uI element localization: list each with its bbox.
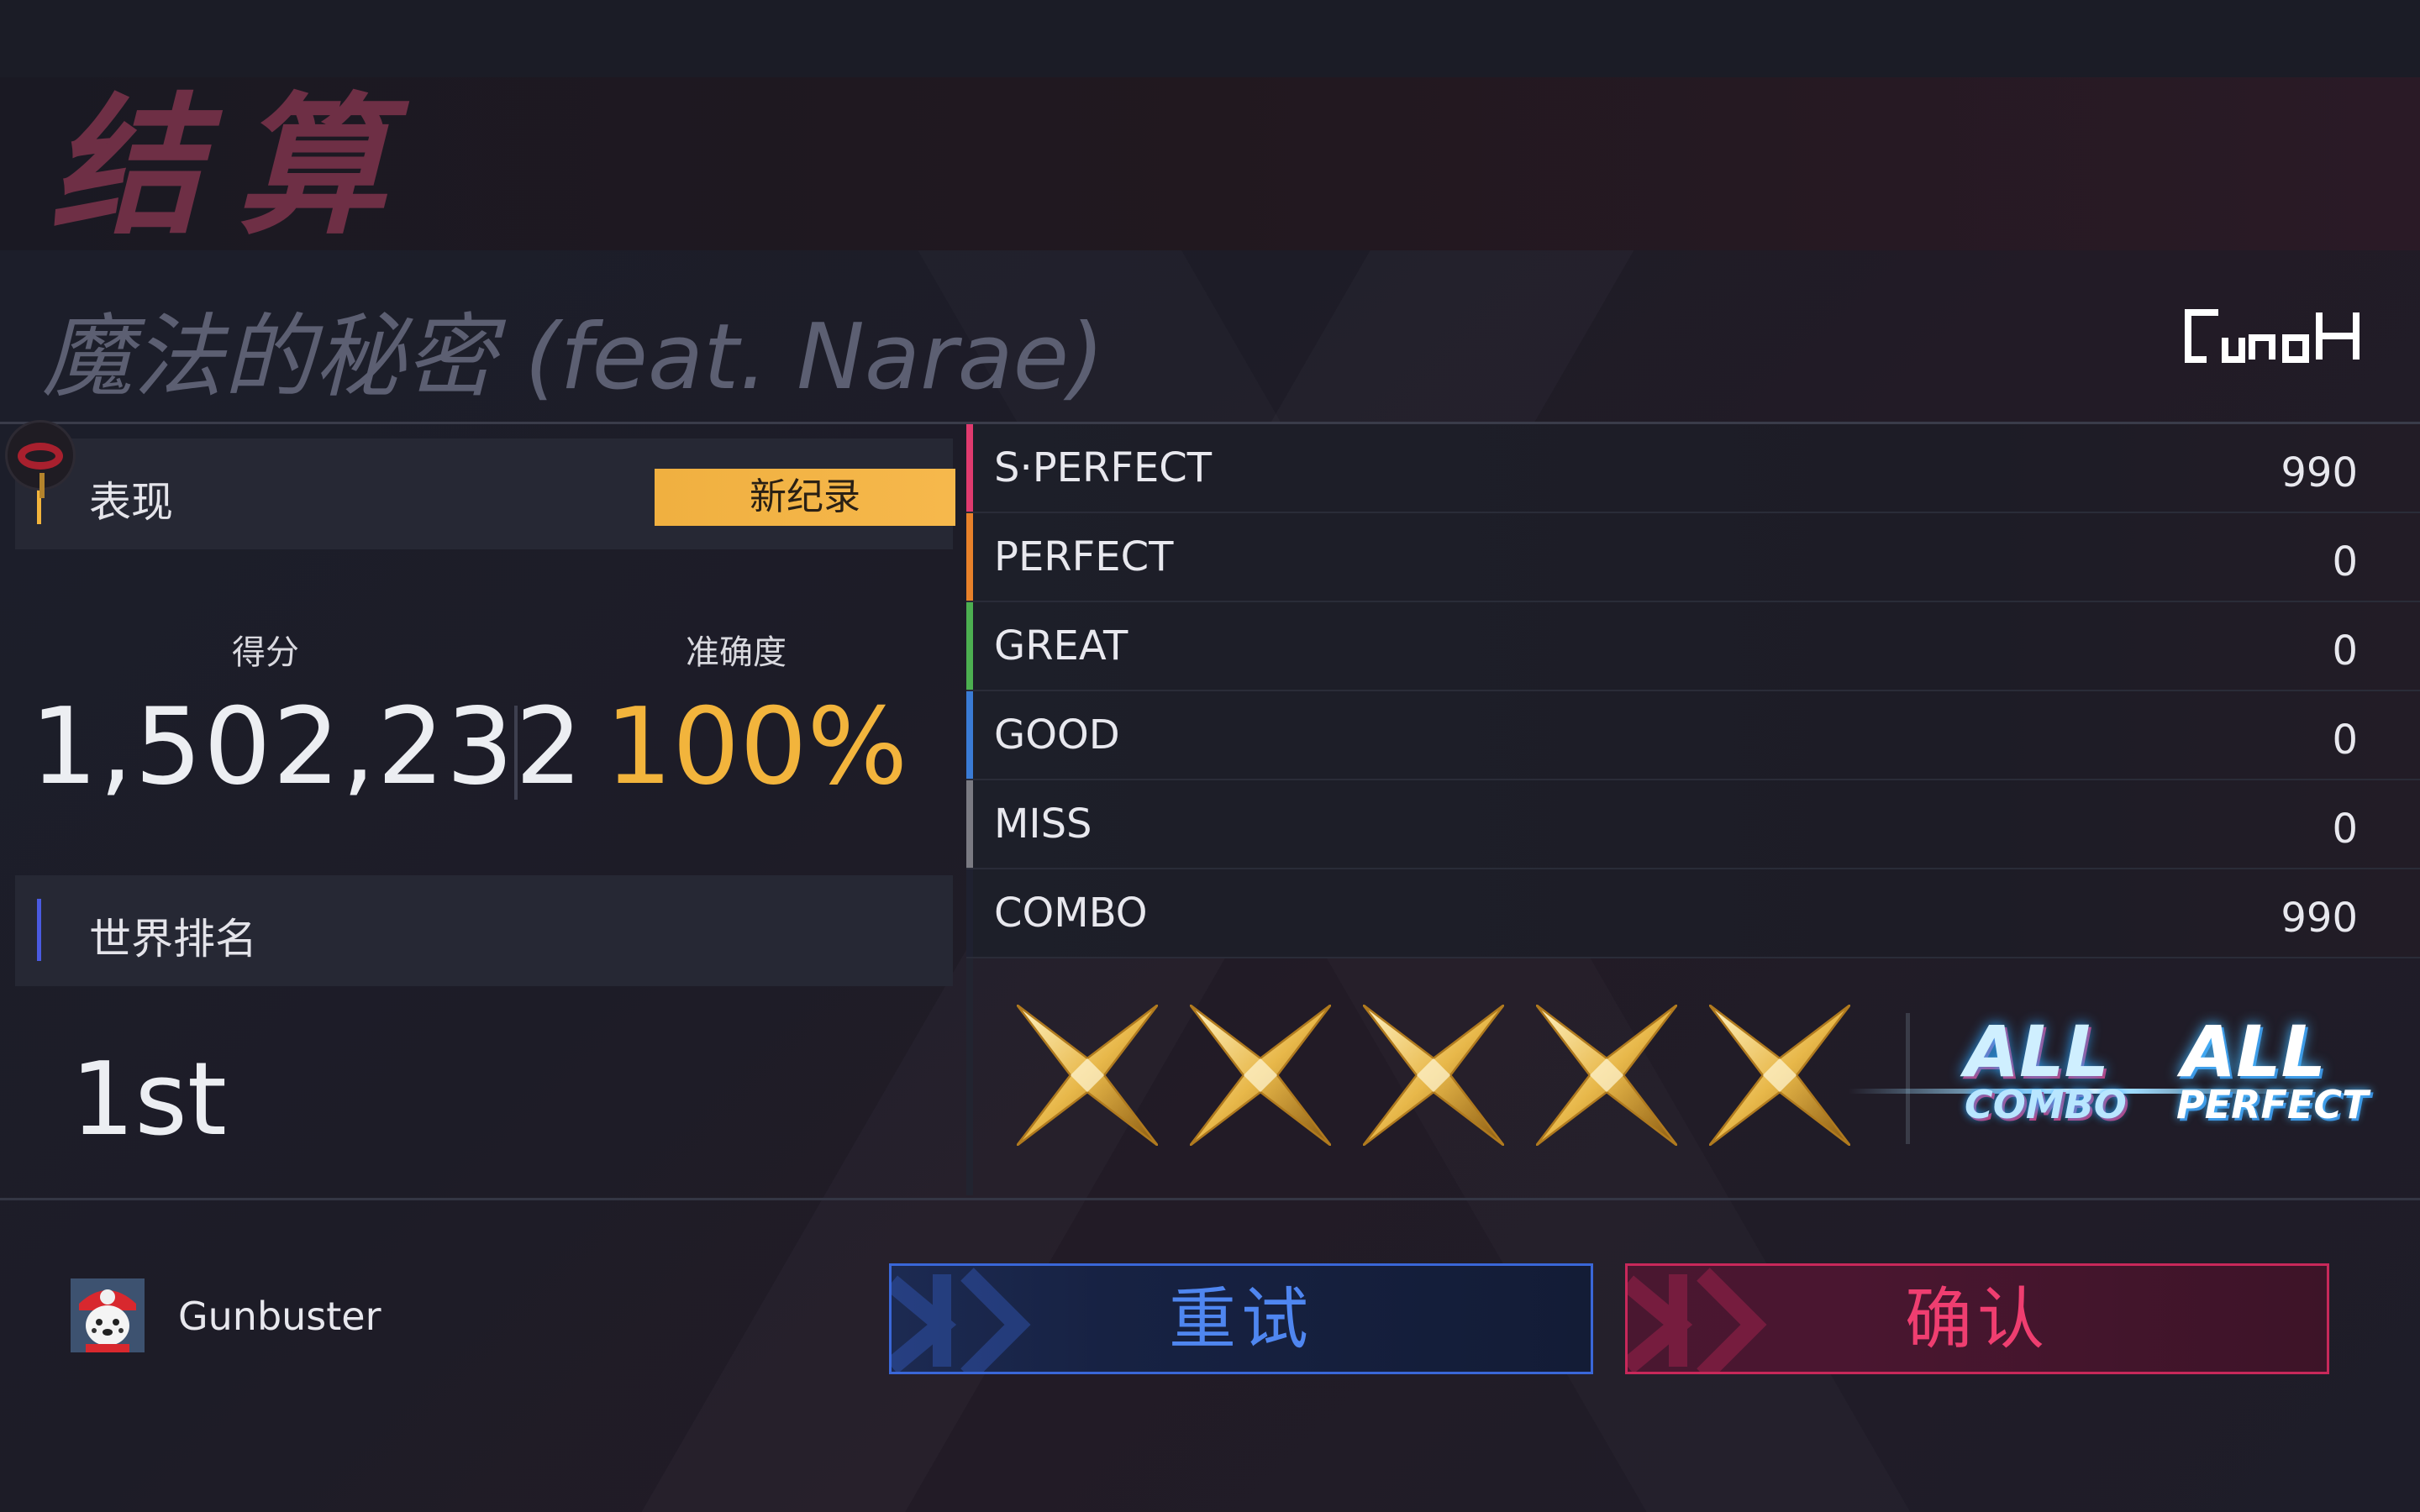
record-button[interactable] xyxy=(5,420,76,498)
star-icon xyxy=(1536,1005,1677,1146)
judgement-name: PERFECT xyxy=(994,533,1174,580)
accuracy-label: 准确度 xyxy=(686,633,786,672)
judgement-name: COMBO xyxy=(994,890,1148,937)
judgement-color-mark xyxy=(966,602,973,690)
score-value: 1,502,232 xyxy=(30,685,585,808)
song-title: 魔法的秘密 (feat. Narae) xyxy=(42,305,1105,410)
judgement-row: GOOD 0 xyxy=(966,691,2420,780)
world-rank-header: 世界排名 xyxy=(15,875,953,986)
world-rank-label: 世界排名 xyxy=(89,915,257,963)
judgement-row: COMBO 990 xyxy=(966,869,2420,958)
judgement-color-mark xyxy=(966,780,973,868)
score-separator xyxy=(514,706,518,800)
judgement-row: GREAT 0 xyxy=(966,602,2420,691)
avatar[interactable] xyxy=(71,1278,145,1352)
judgement-value: 0 xyxy=(2332,538,2358,585)
ring-icon xyxy=(18,443,63,470)
retry-label: 重试 xyxy=(1169,1280,1313,1358)
judgement-name: GREAT xyxy=(994,622,1128,669)
judgement-value: 0 xyxy=(2332,627,2358,675)
judgement-row: S·PERFECT 990 xyxy=(966,424,2420,513)
judgement-value: 0 xyxy=(2332,717,2358,764)
all-combo-badge-top: ALL xyxy=(1965,1011,2110,1093)
player-name: Gunbuster xyxy=(178,1294,381,1339)
judgement-color-mark xyxy=(966,424,973,512)
judgement-name: S·PERFECT xyxy=(994,444,1213,491)
all-perfect-badge-top: ALL xyxy=(2181,1011,2327,1093)
star-icon xyxy=(1709,1005,1850,1146)
judgement-row: PERFECT 0 xyxy=(966,513,2420,602)
judgement-value: 0 xyxy=(2332,806,2358,853)
new-record-badge: 新纪录 xyxy=(655,469,955,526)
confirm-label: 确认 xyxy=(1905,1280,2049,1358)
star-icon xyxy=(1363,1005,1504,1146)
performance-label: 表现 xyxy=(89,478,173,527)
footer-divider xyxy=(0,1198,2420,1200)
all-combo-badge-bottom: COMBO xyxy=(1965,1082,2127,1127)
judgement-color-mark xyxy=(966,513,973,601)
judgement-value: 990 xyxy=(2281,895,2358,942)
developer-logo xyxy=(2185,309,2360,363)
judgement-color-mark xyxy=(966,691,973,779)
confirm-button[interactable]: 确认 xyxy=(1625,1263,2329,1374)
avatar-icon xyxy=(71,1278,145,1352)
top-strip xyxy=(0,0,2420,77)
judgement-name: GOOD xyxy=(994,711,1120,759)
score-label: 得分 xyxy=(232,633,299,672)
star-icon xyxy=(1190,1005,1331,1146)
judgement-row: MISS 0 xyxy=(966,780,2420,869)
judgement-color-mark xyxy=(966,869,973,957)
retry-button[interactable]: 重试 xyxy=(889,1263,1593,1374)
accuracy-value: 100% xyxy=(605,685,908,808)
page-title: 结算 xyxy=(50,80,421,255)
world-rank-value: 1st xyxy=(71,1042,227,1158)
judgement-name: MISS xyxy=(994,801,1092,848)
judgement-value: 990 xyxy=(2281,449,2358,496)
ring-stem xyxy=(39,473,45,498)
star-icon xyxy=(1017,1005,1158,1146)
world-rank-accent-bar xyxy=(37,899,41,961)
all-perfect-badge-bottom: PERFECT xyxy=(2176,1082,2369,1127)
rating-separator xyxy=(1906,1013,1910,1144)
